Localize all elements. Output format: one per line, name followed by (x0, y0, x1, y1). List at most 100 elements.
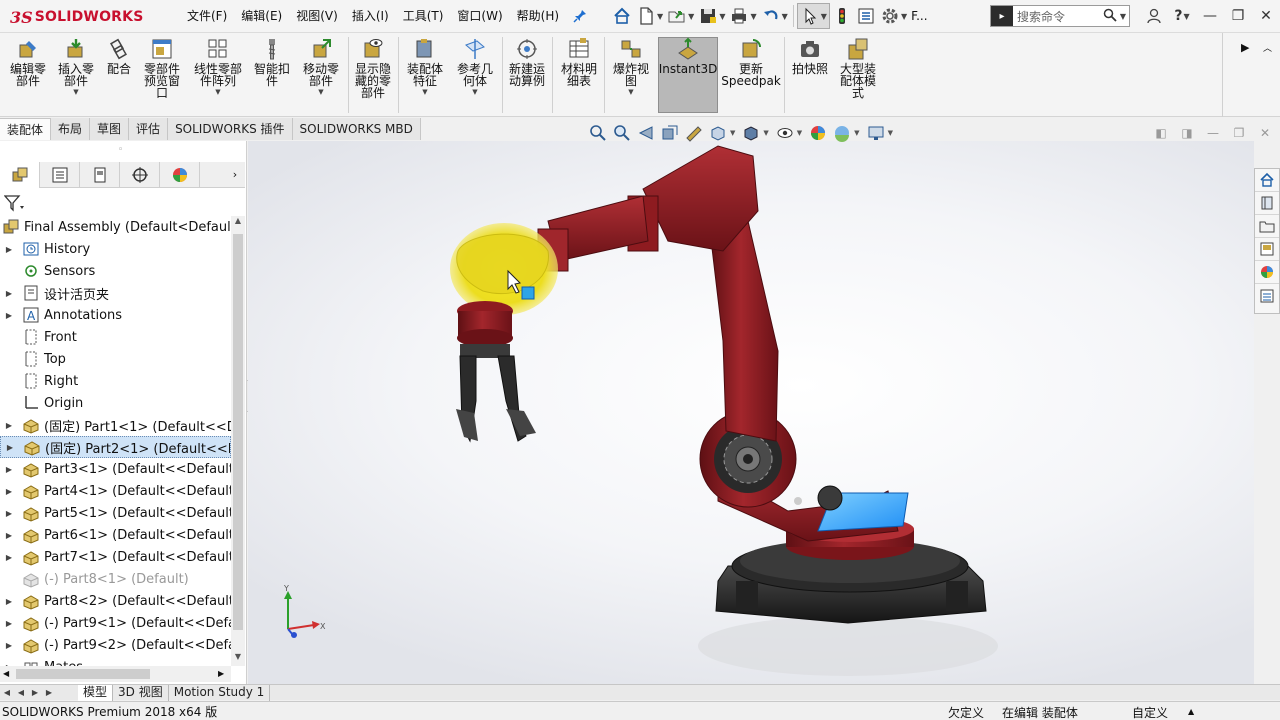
linear-pattern-button[interactable]: 线性零部 件阵列 ▼ (190, 37, 246, 97)
configuration-manager-tab[interactable] (80, 162, 120, 188)
panel-grip[interactable]: ◦ (118, 145, 123, 155)
tree-node[interactable]: ▶ A Annotations (0, 304, 231, 326)
show-hidden-button[interactable]: 显示隐 藏的零 部件 (352, 37, 394, 99)
feature-manager-tab[interactable] (0, 162, 40, 188)
update-speedpak-button[interactable]: 更新 Speedpak (721, 37, 781, 87)
apply-scene-icon[interactable] (832, 123, 852, 143)
tab-sketch[interactable]: 草图 (90, 118, 130, 140)
edit-component-button[interactable]: 编辑零 部件 (6, 37, 50, 87)
open-button[interactable]: ▼ (665, 3, 696, 29)
chevron-down-icon[interactable]: ▼ (763, 129, 768, 137)
expand-arrow-icon[interactable]: ▶ (4, 487, 14, 496)
expand-arrow-icon[interactable]: ▶ (4, 553, 14, 562)
chevron-down-icon[interactable]: ▼ (472, 87, 477, 97)
component-preview-button[interactable]: 零部件 预览窗 口 (138, 37, 186, 99)
ribbon-play-icon[interactable]: ▶ (1241, 41, 1249, 54)
tree-root-assembly[interactable]: Final Assembly (Default<Default_Di (0, 216, 231, 238)
smart-fasteners-button[interactable]: 智能扣 件 (250, 37, 294, 87)
scroll-right-icon[interactable]: ▶ (218, 669, 224, 678)
scroll-up-icon[interactable]: ▲ (231, 216, 245, 230)
user-account-button[interactable] (1140, 0, 1168, 32)
tree-node[interactable]: Sensors (0, 260, 231, 282)
tree-node[interactable]: Origin (0, 392, 231, 414)
dimxpert-manager-tab[interactable] (120, 162, 160, 188)
zoom-to-area-icon[interactable] (612, 123, 632, 143)
select-button[interactable]: ▼ (796, 3, 830, 29)
customize-more-button[interactable]: F... (909, 3, 929, 29)
tree-node[interactable]: ▶ Part3<1> (Default<<Default>_P (0, 458, 231, 480)
tree-horizontal-scrollbar[interactable]: ◀ ▶ (0, 666, 231, 682)
next-tab-icon[interactable]: ▶ (28, 688, 42, 697)
viewport-next-icon[interactable]: ◨ (1174, 124, 1200, 142)
tab-motion-study[interactable]: Motion Study 1 (169, 684, 271, 701)
chevron-down-icon[interactable]: ▼ (821, 12, 827, 21)
view-settings-icon[interactable] (866, 123, 886, 143)
zoom-to-fit-icon[interactable] (588, 123, 608, 143)
move-component-button[interactable]: 移动零 部件 ▼ (298, 37, 344, 97)
menu-window[interactable]: 窗口(W) (450, 0, 509, 32)
insert-components-button[interactable]: 插入零 部件 ▼ (54, 37, 98, 97)
tab-addins[interactable]: SOLIDWORKS 插件 (168, 118, 293, 140)
dynamic-annotation-icon[interactable] (684, 123, 704, 143)
tab-layout[interactable]: 布局 (51, 118, 91, 140)
mate-button[interactable]: 配合 (104, 37, 134, 75)
view-palette-tab[interactable] (1255, 238, 1279, 261)
tree-node[interactable]: ▶ 设计活页夹 (0, 282, 231, 304)
search-input[interactable]: 搜索命令 (1017, 8, 1103, 25)
expand-arrow-icon[interactable]: ▶ (5, 443, 15, 452)
chevron-down-icon[interactable]: ▼ (1120, 12, 1126, 21)
menu-help[interactable]: 帮助(H) (510, 0, 566, 32)
print-button[interactable]: ▼ (727, 3, 758, 29)
chevron-down-icon[interactable]: ▼ (782, 12, 788, 21)
restore-button[interactable]: ❐ (1224, 0, 1252, 32)
filter-icon[interactable] (3, 194, 26, 215)
file-properties-button[interactable] (854, 3, 878, 29)
tree-node[interactable]: ▶ (固定) Part1<1> (Default<<Defa (0, 414, 231, 436)
minimize-button[interactable]: — (1196, 0, 1224, 32)
expand-arrow-icon[interactable]: ▶ (4, 641, 14, 650)
expand-arrow-icon[interactable]: ▶ (4, 311, 14, 320)
save-button[interactable]: ▼ (696, 3, 727, 29)
instant3d-button[interactable]: Instant3D (659, 37, 717, 75)
chevron-down-icon[interactable]: ▼ (422, 87, 427, 97)
chevron-down-icon[interactable]: ▼ (215, 87, 220, 97)
tab-mbd[interactable]: SOLIDWORKS MBD (292, 118, 421, 140)
chevron-down-icon[interactable]: ▼ (688, 12, 694, 21)
help-button[interactable]: ? ▼ (1168, 0, 1196, 32)
tree-node[interactable]: ▶Mates (0, 656, 231, 666)
expand-arrow-icon[interactable]: ▶ (4, 289, 14, 298)
viewport-restore-icon[interactable]: ❐ (1226, 124, 1252, 142)
graphics-area[interactable]: Y X (248, 141, 1254, 684)
expand-arrow-icon[interactable]: ▶ (4, 245, 14, 254)
tree-node[interactable]: Right (0, 370, 231, 392)
property-manager-tab[interactable] (40, 162, 80, 188)
chevron-down-icon[interactable]: ▼ (797, 129, 802, 137)
last-tab-icon[interactable]: ▶ (42, 688, 56, 697)
scroll-down-icon[interactable]: ▼ (231, 652, 245, 666)
previous-view-icon[interactable] (636, 123, 656, 143)
menu-insert[interactable]: 插入(I) (345, 0, 396, 32)
chevron-down-icon[interactable]: ▼ (657, 12, 663, 21)
options-button[interactable]: ▼ (878, 3, 909, 29)
expand-arrow-icon[interactable]: ▶ (4, 531, 14, 540)
chevron-down-icon[interactable]: ▼ (750, 12, 756, 21)
chevron-down-icon[interactable]: ▼ (730, 129, 735, 137)
section-view-icon[interactable] (660, 123, 680, 143)
snapshot-button[interactable]: 拍快照 (788, 37, 832, 75)
chevron-down-icon[interactable]: ▼ (73, 87, 78, 97)
chevron-down-icon[interactable]: ▼ (628, 87, 633, 97)
appearances-tab[interactable] (1255, 261, 1279, 284)
ribbon-collapse-icon[interactable]: ︿ (1263, 41, 1272, 54)
rebuild-button[interactable] (830, 3, 854, 29)
tree-node[interactable]: ▶ (-) Part9<2> (Default<<Default (0, 634, 231, 656)
viewport-prev-icon[interactable]: ◧ (1148, 124, 1174, 142)
chevron-down-icon[interactable]: ▼ (901, 12, 907, 21)
display-manager-tab[interactable] (160, 162, 200, 188)
search-scope-icon[interactable]: ▸ (991, 6, 1013, 26)
tab-evaluate[interactable]: 评估 (129, 118, 169, 140)
home-button[interactable] (610, 3, 634, 29)
search-icon[interactable] (1103, 8, 1119, 25)
new-button[interactable]: ▼ (634, 3, 665, 29)
tree-node[interactable]: ▶ History (0, 238, 231, 260)
robot-arm-model[interactable]: Y X (248, 141, 1254, 684)
